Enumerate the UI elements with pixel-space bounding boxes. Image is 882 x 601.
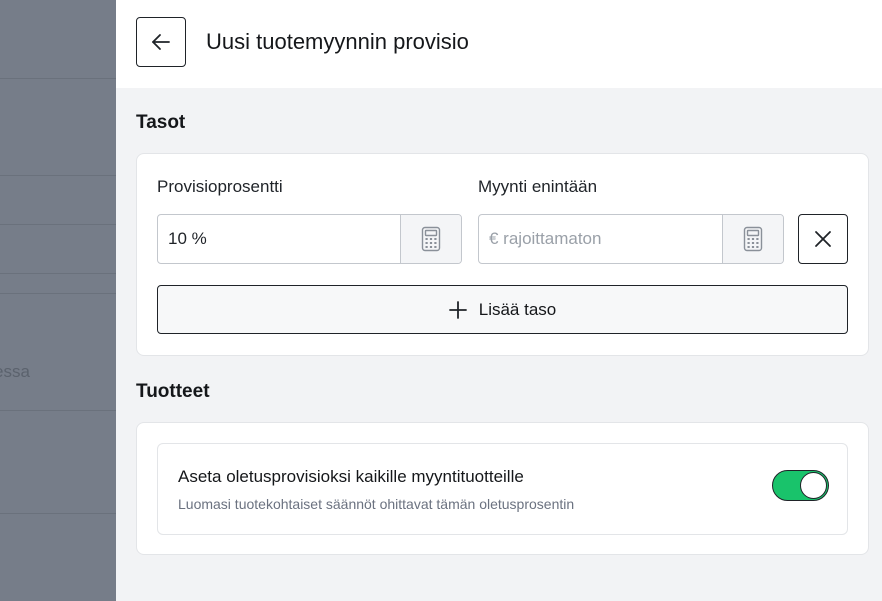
max-sales-input[interactable] <box>479 215 722 263</box>
remove-tier-button[interactable] <box>798 214 848 264</box>
arrow-left-icon <box>152 34 170 50</box>
tiers-card: Provisioprosentti Myynti enintään 10 % €… <box>136 153 869 356</box>
plus-icon <box>448 300 467 319</box>
close-icon <box>815 231 831 247</box>
background-divider <box>0 175 116 176</box>
drawer-header: Uusi tuotemyynnin provisio <box>116 0 882 88</box>
default-commission-row: Aseta oletusprovisioksi kaikille myyntit… <box>157 443 848 535</box>
default-commission-description: Luomasi tuotekohtaiset säännöt ohittavat… <box>178 496 575 512</box>
background-divider <box>0 78 116 79</box>
commission-calculator-button[interactable] <box>400 215 461 263</box>
commission-percent-group <box>157 214 462 264</box>
background-divider <box>0 273 116 274</box>
default-commission-label: Aseta oletusprovisioksi kaikille myyntit… <box>178 467 524 486</box>
toggle-knob <box>800 472 827 499</box>
products-section-title: Tuotteet <box>136 381 210 402</box>
add-tier-button[interactable]: Lisää taso <box>157 285 848 334</box>
max-sales-group <box>478 214 784 264</box>
background-divider <box>0 410 116 411</box>
background-text: essa <box>0 362 30 381</box>
calculator-icon <box>421 226 441 252</box>
commission-percent-label: Provisioprosentti <box>157 177 283 196</box>
background-divider <box>0 513 116 514</box>
default-commission-toggle[interactable] <box>772 470 829 501</box>
background-divider <box>0 224 116 225</box>
back-button[interactable] <box>136 17 186 67</box>
commission-percent-input[interactable] <box>158 215 400 263</box>
max-sales-calculator-button[interactable] <box>722 215 783 263</box>
background-overlay[interactable]: essa <box>0 0 116 601</box>
commission-drawer: Uusi tuotemyynnin provisio Tasot Provisi… <box>116 0 882 601</box>
tiers-section-title: Tasot <box>136 112 186 133</box>
page-title: Uusi tuotemyynnin provisio <box>206 29 469 54</box>
products-card: Aseta oletusprovisioksi kaikille myyntit… <box>136 422 869 555</box>
add-tier-label: Lisää taso <box>478 299 557 319</box>
calculator-icon <box>743 226 763 252</box>
max-sales-label: Myynti enintään <box>478 177 598 196</box>
background-divider <box>0 293 116 294</box>
